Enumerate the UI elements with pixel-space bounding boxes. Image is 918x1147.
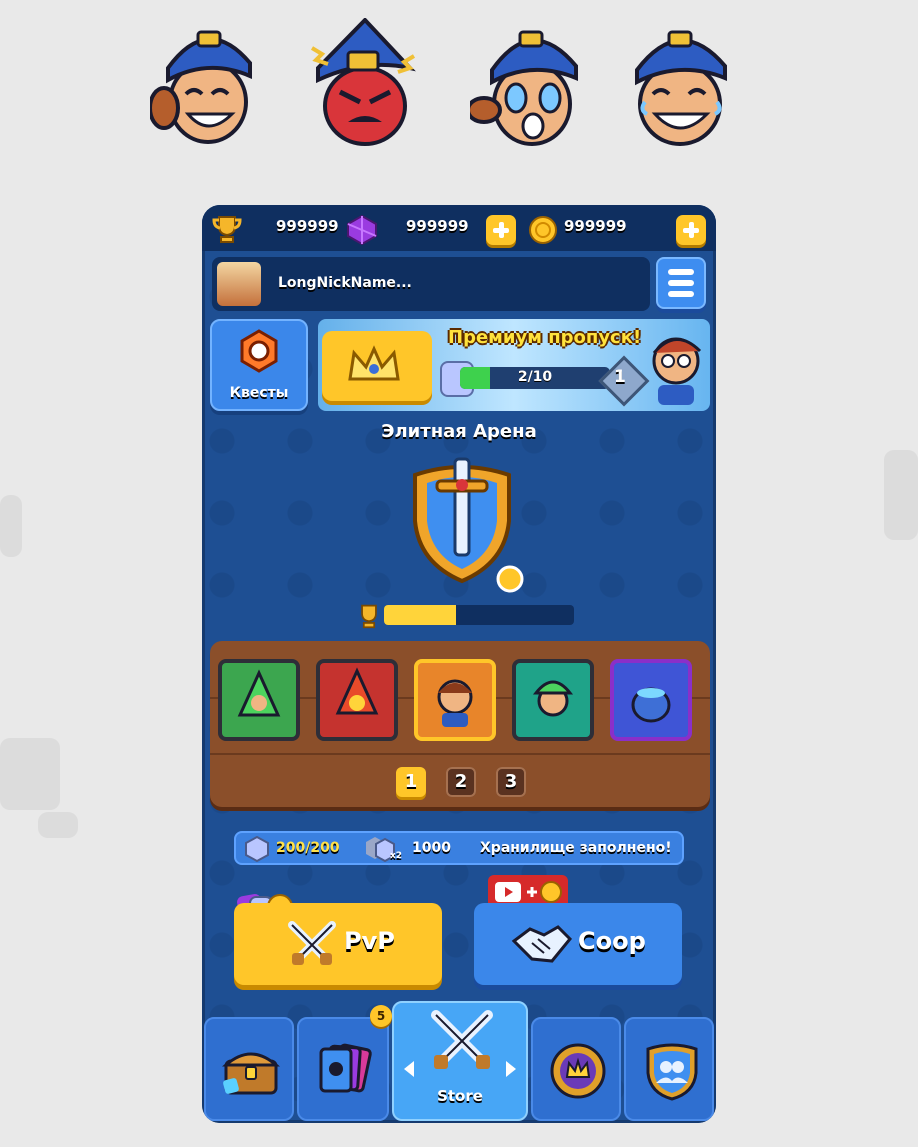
video-ad-icon xyxy=(495,882,521,902)
premium-pass-progress-text: 2/10 xyxy=(517,369,553,385)
buy-gems-button[interactable] xyxy=(486,215,516,245)
crown-icon xyxy=(348,345,400,381)
premium-pass-title: Премиум пропуск! xyxy=(448,327,642,348)
premium-pass-banner[interactable]: Премиум пропуск! 2/10 1 xyxy=(318,319,710,411)
coin-icon xyxy=(540,881,562,903)
card-slot-2[interactable] xyxy=(316,659,398,741)
storage-bonus: 1000 xyxy=(412,840,451,856)
laughing-emote-icon xyxy=(635,30,727,146)
deck-page-1[interactable]: 1 xyxy=(396,767,426,797)
hero-portrait-icon xyxy=(437,679,473,727)
trophy-icon xyxy=(212,216,242,243)
premium-pass-progress: 2/10 xyxy=(460,367,610,389)
card-slot-5[interactable] xyxy=(610,659,692,741)
bg-shape-left-lower xyxy=(0,738,60,810)
storage-amount: 200/200 xyxy=(276,840,340,856)
premium-ticket xyxy=(322,331,432,401)
trophy-count: 999999 xyxy=(276,217,339,235)
arena-title: Элитная Арена xyxy=(381,421,537,442)
treasure-chest-icon xyxy=(222,1052,280,1095)
laurel-crown-icon xyxy=(550,1043,606,1099)
storage-status: Хранилище заполнено! xyxy=(480,840,672,856)
bg-shape-right xyxy=(884,450,918,540)
green-knight-icon xyxy=(532,680,574,717)
menu-icon-bar xyxy=(668,269,694,275)
plank-line xyxy=(210,753,710,755)
bg-shape-left xyxy=(0,495,22,557)
coop-button[interactable]: Coop xyxy=(474,903,682,985)
pass-level-value: 1 xyxy=(614,367,626,387)
trophy-icon xyxy=(361,604,377,629)
coin-icon xyxy=(529,216,557,244)
cauldron-icon xyxy=(631,687,671,723)
player-nickname: LongNickName... xyxy=(278,275,412,291)
gem-count: 999999 xyxy=(406,217,469,235)
trophy-progress-fill xyxy=(384,605,457,625)
pvp-button[interactable]: PvP xyxy=(234,903,442,985)
coop-label: Coop xyxy=(578,927,646,955)
bg-shape-left-small xyxy=(38,812,78,838)
deck-page-3[interactable]: 3 xyxy=(496,767,526,797)
hero-portrait-icon xyxy=(652,337,702,405)
profile-bar[interactable]: LongNickName... xyxy=(212,257,650,311)
handshake-icon xyxy=(511,925,573,963)
resource-bar: 999999 999999 999999 xyxy=(202,205,716,251)
buy-coins-button[interactable] xyxy=(676,215,706,245)
crossed-swords-icon xyxy=(288,921,336,965)
tab-store[interactable]: Store xyxy=(392,1001,528,1121)
arrow-left-icon xyxy=(404,1061,414,1077)
menu-icon-bar xyxy=(668,291,694,297)
tab-clan[interactable] xyxy=(531,1017,621,1121)
gem-icon xyxy=(347,215,377,245)
crying-emote-icon xyxy=(470,30,578,146)
arena-reward-coin-icon xyxy=(496,565,524,593)
storage-multiplier: x2 xyxy=(390,851,403,861)
deck-page-2[interactable]: 2 xyxy=(446,767,476,797)
quests-label: Квесты xyxy=(229,385,289,401)
coin-count: 999999 xyxy=(564,217,627,235)
tab-cards[interactable] xyxy=(297,1017,389,1121)
quests-icon xyxy=(240,329,278,373)
game-screen: 999999 999999 999999 LongNickName... Кве… xyxy=(202,205,716,1123)
card-slot-4[interactable] xyxy=(512,659,594,741)
trophy-road-progress xyxy=(356,603,576,629)
bottom-nav: 5 Store xyxy=(202,1001,716,1123)
pvp-label: PvP xyxy=(344,927,395,955)
angry-emote-icon xyxy=(310,18,416,146)
emotes-row xyxy=(150,18,740,153)
avatar[interactable] xyxy=(217,262,261,306)
thumbs-up-laugh-emote-icon xyxy=(150,30,252,144)
trophy-progress-bar xyxy=(384,605,574,625)
cards-icon xyxy=(319,1043,372,1093)
green-hood-unit-icon xyxy=(237,669,281,717)
storage-bar[interactable]: 200/200 x2 1000 Хранилище заполнено! xyxy=(234,831,684,865)
card-slot-1[interactable] xyxy=(218,659,300,741)
tab-social[interactable] xyxy=(624,1017,714,1121)
token-icon xyxy=(245,836,269,862)
fire-mage-icon xyxy=(335,667,379,715)
plus-icon xyxy=(527,887,537,897)
crossed-swords-icon xyxy=(431,1010,493,1069)
deck-panel: 1 2 3 xyxy=(210,641,710,807)
tab-shop-chest[interactable] xyxy=(204,1017,294,1121)
arrow-right-icon xyxy=(506,1061,516,1077)
cards-notification-badge: 5 xyxy=(370,1005,392,1027)
friends-shield-icon xyxy=(646,1043,698,1101)
menu-icon-bar xyxy=(668,280,694,286)
menu-button[interactable] xyxy=(656,257,706,309)
quests-button[interactable]: Квесты xyxy=(210,319,308,411)
card-slot-3[interactable] xyxy=(414,659,496,741)
tab-store-label: Store xyxy=(437,1087,483,1105)
